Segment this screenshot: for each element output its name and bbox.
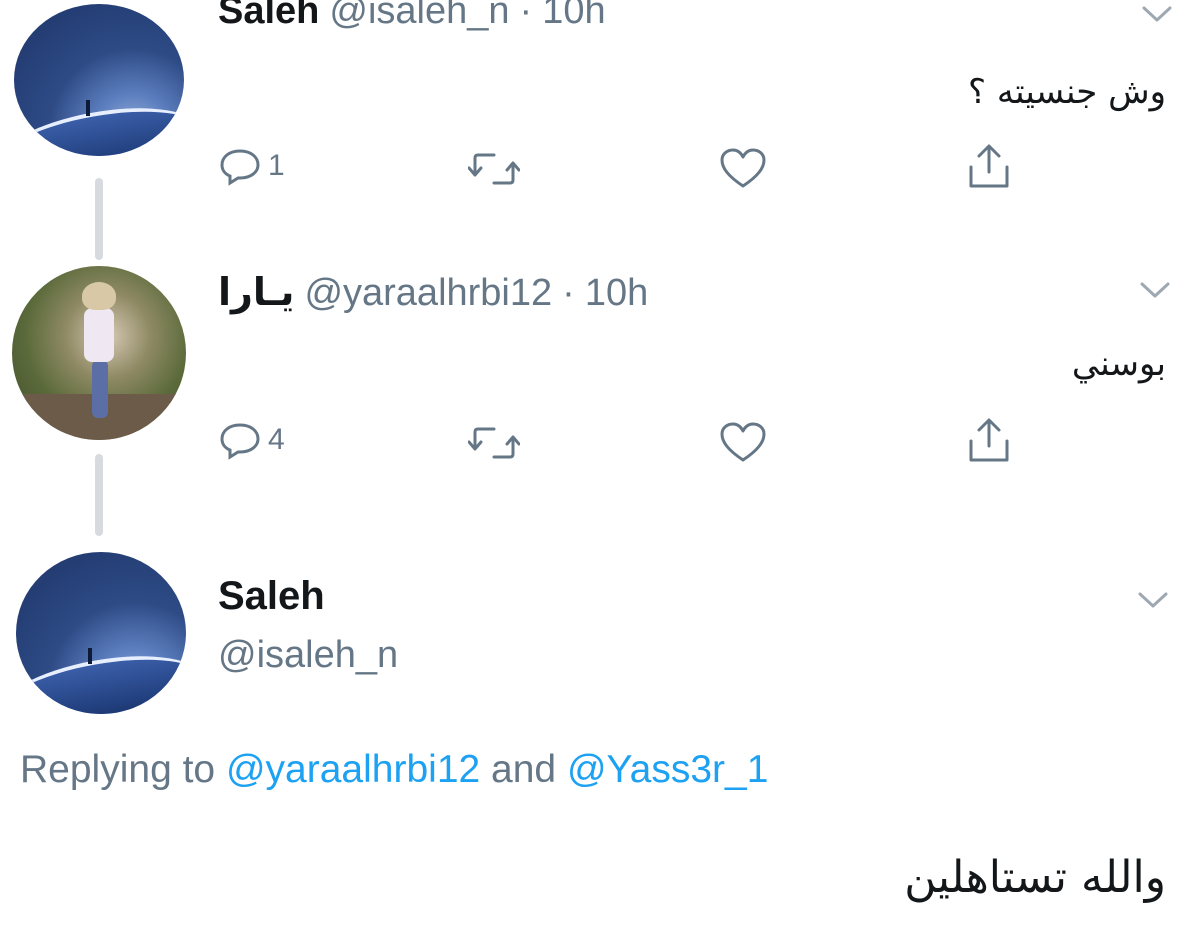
- conversation-thread: Saleh @isaleh_n · 10h وش جنسيته ؟ 1 يـار…: [0, 0, 1200, 950]
- reply-icon: [220, 423, 260, 460]
- share-icon: [969, 418, 1009, 462]
- tweet-text: والله تستاهلين: [904, 852, 1166, 903]
- user-handle[interactable]: @yaraalhrbi12: [304, 272, 552, 315]
- share-icon: [969, 144, 1009, 188]
- retweet-button[interactable]: [468, 150, 520, 188]
- tweet-text: بوسني: [1071, 344, 1166, 384]
- user-handle[interactable]: @isaleh_n: [218, 634, 398, 677]
- chevron-down-icon[interactable]: [1136, 588, 1170, 612]
- tweet-text: وش جنسيته ؟: [968, 72, 1166, 112]
- avatar[interactable]: [12, 266, 186, 440]
- tweet-header: يـارا @yaraalhrbi12 · 10h: [218, 270, 648, 315]
- avatar[interactable]: [14, 4, 184, 156]
- mention-link-yaraalhrbi12[interactable]: @yaraalhrbi12: [226, 748, 480, 791]
- display-name[interactable]: Saleh: [218, 574, 325, 619]
- tweet-header: Saleh @isaleh_n · 10h: [218, 0, 606, 33]
- replying-joiner: and: [491, 748, 557, 791]
- avatar[interactable]: [16, 552, 186, 714]
- mention-link-yass3r[interactable]: @Yass3r_1: [567, 748, 768, 791]
- thread-line: [95, 178, 103, 260]
- reply-count: 4: [268, 423, 285, 456]
- thread-line: [95, 454, 103, 536]
- retweet-icon: [468, 153, 520, 185]
- share-button[interactable]: [966, 416, 1012, 466]
- retweet-button[interactable]: [468, 424, 520, 462]
- replying-to-label: Replying to: [20, 748, 216, 791]
- meta-separator: ·: [562, 272, 575, 314]
- chevron-down-icon[interactable]: [1138, 278, 1172, 302]
- timestamp[interactable]: 10h: [585, 272, 648, 315]
- reply-icon: [220, 149, 260, 186]
- share-button[interactable]: [966, 142, 1012, 192]
- like-button[interactable]: [718, 146, 768, 190]
- replying-to-line: Replying to @yaraalhrbi12 and @Yass3r_1: [20, 748, 768, 792]
- reply-count: 1: [268, 149, 285, 182]
- like-button[interactable]: [718, 420, 768, 464]
- meta-separator: ·: [519, 0, 533, 32]
- heart-icon: [720, 148, 766, 188]
- chevron-down-icon[interactable]: [1140, 2, 1174, 26]
- retweet-icon: [468, 427, 520, 459]
- display-name[interactable]: يـارا: [218, 270, 294, 314]
- user-handle[interactable]: @isaleh_n: [329, 0, 509, 33]
- reply-button[interactable]: 1: [218, 146, 285, 186]
- timestamp[interactable]: 10h: [542, 0, 605, 33]
- reply-button[interactable]: 4: [218, 420, 285, 460]
- display-name[interactable]: Saleh: [218, 0, 319, 33]
- heart-icon: [720, 422, 766, 462]
